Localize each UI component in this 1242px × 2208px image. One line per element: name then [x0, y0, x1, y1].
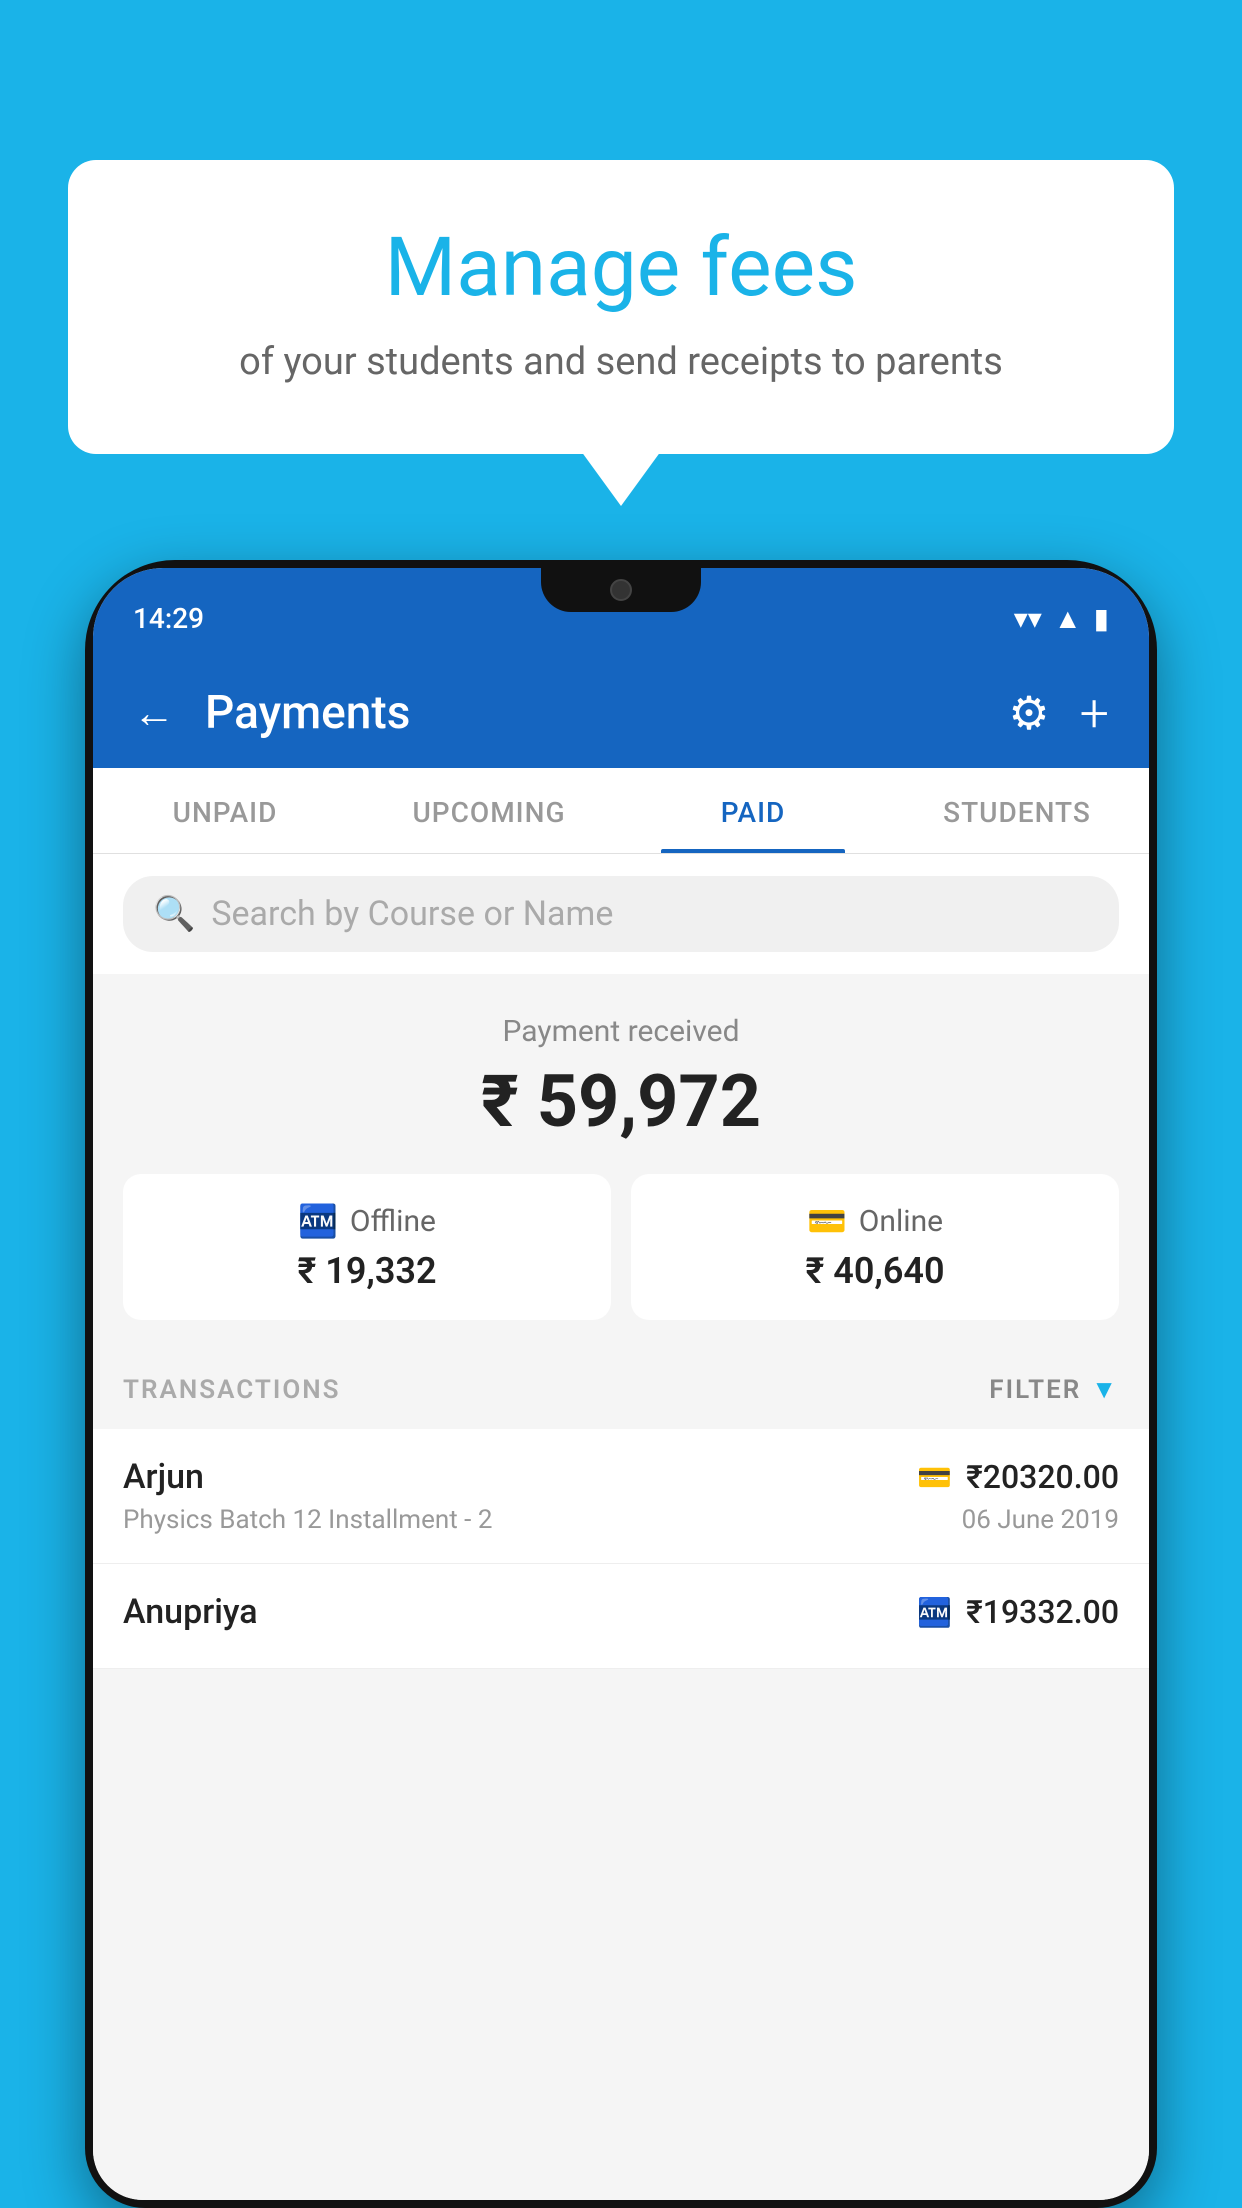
battery-icon: ▮	[1094, 602, 1109, 635]
transaction-date-1: 06 June 2019	[962, 1505, 1119, 1535]
payment-cards: 🏧 Offline ₹ 19,332 💳 Online ₹ 40,640	[123, 1174, 1119, 1320]
transaction-top-1: Arjun 💳 ₹20320.00	[123, 1457, 1119, 1497]
search-input-wrapper[interactable]: 🔍 Search by Course or Name	[123, 876, 1119, 952]
filter-icon: ▼	[1091, 1374, 1119, 1405]
transaction-type-icon-1: 💳	[917, 1461, 952, 1494]
tabs: UNPAID UPCOMING PAID STUDENTS	[93, 768, 1149, 854]
add-button[interactable]: +	[1080, 683, 1109, 744]
status-icons: ▾▾ ▲ ▮	[1014, 602, 1109, 635]
front-camera	[610, 579, 632, 601]
bubble-title: Manage fees	[118, 220, 1124, 316]
online-amount: ₹ 40,640	[651, 1250, 1099, 1292]
search-input[interactable]: Search by Course or Name	[211, 894, 613, 934]
tab-paid[interactable]: PAID	[621, 768, 885, 853]
online-card: 💳 Online ₹ 40,640	[631, 1174, 1119, 1320]
notch	[541, 568, 701, 612]
back-button[interactable]: ←	[133, 689, 175, 738]
bubble-subtitle: of your students and send receipts to pa…	[118, 340, 1124, 384]
transaction-bottom-1: Physics Batch 12 Installment - 2 06 June…	[123, 1505, 1119, 1535]
transaction-amount-wrapper-1: 💳 ₹20320.00	[917, 1458, 1119, 1496]
header-title: Payments	[205, 686, 978, 740]
transaction-name-1: Arjun	[123, 1457, 204, 1497]
screen-content: 🔍 Search by Course or Name Payment recei…	[93, 854, 1149, 2200]
offline-label: Offline	[350, 1204, 436, 1239]
online-card-header: 💳 Online	[651, 1202, 1099, 1240]
tab-upcoming[interactable]: UPCOMING	[357, 768, 621, 853]
app-header: ← Payments ⚙ +	[93, 658, 1149, 768]
transaction-desc-1: Physics Batch 12 Installment - 2	[123, 1505, 492, 1535]
filter-button[interactable]: FILTER ▼	[989, 1374, 1119, 1405]
transaction-amount-2: ₹19332.00	[966, 1593, 1119, 1631]
wifi-icon: ▾▾	[1014, 602, 1042, 635]
search-bar: 🔍 Search by Course or Name	[93, 854, 1149, 974]
offline-card: 🏧 Offline ₹ 19,332	[123, 1174, 611, 1320]
tab-unpaid[interactable]: UNPAID	[93, 768, 357, 853]
transaction-type-icon-2: 🏧	[917, 1596, 952, 1629]
transaction-row[interactable]: Arjun 💳 ₹20320.00 Physics Batch 12 Insta…	[93, 1429, 1149, 1564]
payment-received-label: Payment received	[123, 1014, 1119, 1049]
transaction-row[interactable]: Anupriya 🏧 ₹19332.00	[93, 1564, 1149, 1669]
tab-students[interactable]: STUDENTS	[885, 768, 1149, 853]
phone-screen: 14:29 ▾▾ ▲ ▮ ← Payments ⚙ + UNPAID UPCOM…	[93, 568, 1149, 2200]
signal-icon: ▲	[1054, 602, 1082, 635]
settings-icon[interactable]: ⚙	[1008, 686, 1049, 741]
transactions-label: TRANSACTIONS	[123, 1375, 341, 1405]
payment-total-amount: ₹ 59,972	[123, 1059, 1119, 1144]
transaction-amount-1: ₹20320.00	[966, 1458, 1119, 1496]
online-icon: 💳	[807, 1202, 847, 1240]
phone-device: 14:29 ▾▾ ▲ ▮ ← Payments ⚙ + UNPAID UPCOM…	[85, 560, 1157, 2208]
offline-card-header: 🏧 Offline	[143, 1202, 591, 1240]
transaction-name-2: Anupriya	[123, 1592, 258, 1632]
status-bar: 14:29 ▾▾ ▲ ▮	[93, 568, 1149, 658]
search-icon: 🔍	[153, 894, 195, 934]
screen-inner: 14:29 ▾▾ ▲ ▮ ← Payments ⚙ + UNPAID UPCOM…	[93, 568, 1149, 2200]
transaction-amount-wrapper-2: 🏧 ₹19332.00	[917, 1593, 1119, 1631]
online-label: Online	[859, 1204, 943, 1239]
filter-label: FILTER	[989, 1375, 1081, 1405]
status-time: 14:29	[133, 602, 204, 635]
offline-icon: 🏧	[298, 1202, 338, 1240]
offline-amount: ₹ 19,332	[143, 1250, 591, 1292]
speech-bubble: Manage fees of your students and send re…	[68, 160, 1174, 454]
payment-received-section: Payment received ₹ 59,972 🏧 Offline ₹ 19…	[93, 974, 1149, 1350]
transaction-top-2: Anupriya 🏧 ₹19332.00	[123, 1592, 1119, 1632]
transactions-header: TRANSACTIONS FILTER ▼	[93, 1350, 1149, 1429]
